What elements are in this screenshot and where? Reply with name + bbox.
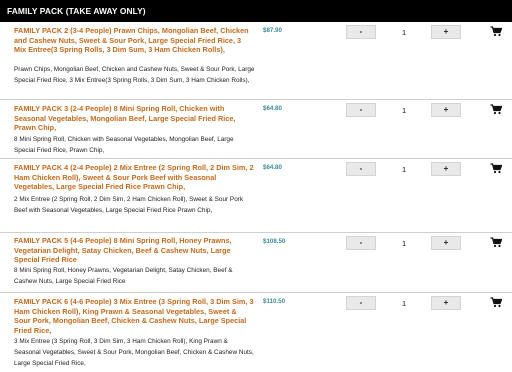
quantity-value: 1	[401, 165, 407, 174]
shopping-cart-icon[interactable]	[490, 104, 502, 115]
item-name: FAMILY PACK 3 (2-4 People) 8 Mini Spring…	[14, 104, 236, 133]
item-description: 2 Mix Entree (2 Spring Roll, 2 Dim Sim, …	[14, 196, 244, 214]
item-price: $64.80	[263, 105, 282, 112]
item-description: 8 Mini Spring Roll, Chicken with Seasona…	[14, 136, 234, 154]
quantity-value: 1	[401, 106, 407, 115]
section-title: FAMILY PACK (TAKE AWAY ONLY)	[7, 6, 146, 16]
item-description: 3 Mix Entree (3 Spring Roll, 3 Dim Sim, …	[14, 338, 254, 367]
quantity-value: 1	[401, 239, 407, 248]
item-name: FAMILY PACK 6 (4-6 People) 3 Mix Entree …	[14, 297, 254, 335]
item-price: $64.80	[263, 164, 282, 171]
item-name: FAMILY PACK 5 (4-6 People) 8 Mini Spring…	[14, 236, 232, 265]
menu-item-row: FAMILY PACK 5 (4-6 People) 8 Mini Spring…	[0, 233, 512, 293]
shopping-cart-icon[interactable]	[490, 26, 502, 37]
item-price: $110.50	[263, 298, 286, 305]
decrease-quantity-button[interactable]: -	[346, 25, 376, 39]
shopping-cart-icon[interactable]	[490, 163, 502, 174]
item-price: $87.90	[263, 27, 282, 34]
decrease-quantity-button[interactable]: -	[346, 296, 376, 310]
increase-quantity-button[interactable]: +	[431, 103, 461, 117]
decrease-quantity-button[interactable]: -	[346, 103, 376, 117]
shopping-cart-icon[interactable]	[490, 237, 502, 248]
menu-item-row: FAMILY PACK 2 (3-4 People) Prawn Chips, …	[0, 22, 512, 100]
item-description: 8 Mini Spring Roll, Honey Prawns, Vegeta…	[14, 267, 233, 285]
item-name: FAMILY PACK 4 (2-4 People) 2 Mix Entree …	[14, 163, 254, 192]
item-description: Prawn Chips, Mongolian Beef, Chicken and…	[14, 66, 255, 84]
menu-item-row: FAMILY PACK 6 (4-6 People) 3 Mix Entree …	[0, 293, 512, 372]
increase-quantity-button[interactable]: +	[431, 25, 461, 39]
shopping-cart-icon[interactable]	[490, 297, 502, 308]
quantity-value: 1	[401, 28, 407, 37]
menu-item-row: FAMILY PACK 4 (2-4 People) 2 Mix Entree …	[0, 159, 512, 233]
increase-quantity-button[interactable]: +	[431, 296, 461, 310]
item-price: $108.50	[263, 238, 286, 245]
decrease-quantity-button[interactable]: -	[346, 162, 376, 176]
section-header: FAMILY PACK (TAKE AWAY ONLY)	[0, 0, 512, 22]
quantity-value: 1	[401, 299, 407, 308]
decrease-quantity-button[interactable]: -	[346, 236, 376, 250]
increase-quantity-button[interactable]: +	[431, 236, 461, 250]
menu-item-row: FAMILY PACK 3 (2-4 People) 8 Mini Spring…	[0, 100, 512, 159]
item-name: FAMILY PACK 2 (3-4 People) Prawn Chips, …	[14, 26, 249, 55]
increase-quantity-button[interactable]: +	[431, 162, 461, 176]
